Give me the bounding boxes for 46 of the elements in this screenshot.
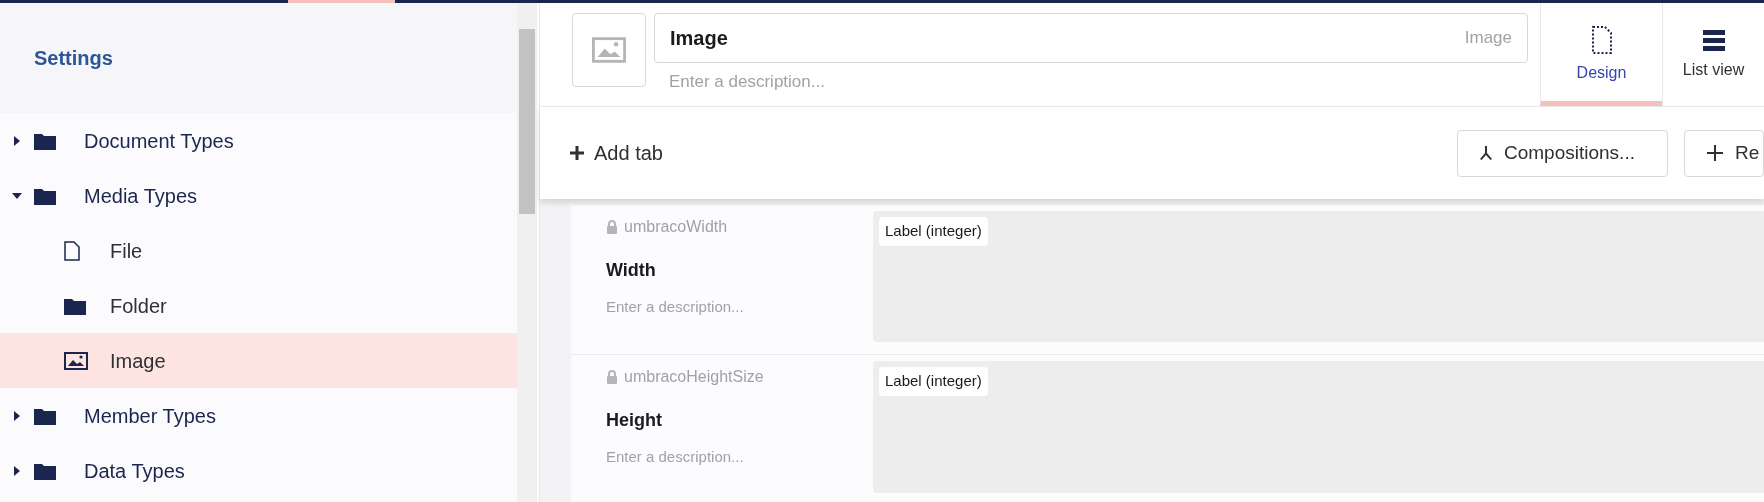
- folder-icon: [34, 406, 56, 425]
- tree-item[interactable]: Document Types: [0, 113, 517, 168]
- section-title: Settings: [34, 46, 113, 71]
- image-icon: [64, 351, 88, 370]
- file-icon: [64, 240, 80, 261]
- merge-icon: [1480, 146, 1492, 160]
- property-editor-preview[interactable]: Label (integer): [873, 361, 1764, 493]
- tree-item[interactable]: Folder: [0, 278, 517, 333]
- tree-label: Media Types: [84, 183, 198, 209]
- tree-label: Member Types: [84, 403, 216, 429]
- lock-icon: [606, 220, 618, 234]
- caret-right-icon[interactable]: [13, 135, 21, 146]
- name-field[interactable]: Image Image: [654, 13, 1528, 63]
- tree-item[interactable]: Member Types: [0, 388, 517, 443]
- plus-icon: [570, 146, 584, 160]
- tree-item[interactable]: Data Types: [0, 443, 517, 498]
- caret-right-icon[interactable]: [13, 410, 21, 421]
- property-name[interactable]: Width: [606, 257, 873, 284]
- tree-item[interactable]: Media Types: [0, 168, 517, 223]
- lock-icon: [606, 370, 618, 384]
- tree-label: Image: [110, 348, 166, 374]
- tree-item[interactable]: Image: [0, 333, 517, 388]
- caret-down-icon[interactable]: [12, 191, 22, 200]
- move-icon: [1707, 145, 1723, 161]
- property-name[interactable]: Height: [606, 407, 873, 434]
- tree-label: Data Types: [84, 458, 185, 484]
- compositions-button[interactable]: Compositions...: [1457, 129, 1668, 177]
- folder-icon: [64, 296, 86, 315]
- caret-right-icon[interactable]: [13, 465, 21, 476]
- editor-label: Label (integer): [879, 367, 988, 396]
- scrollbar[interactable]: [517, 3, 537, 502]
- folder-icon: [34, 461, 56, 480]
- editor-label: Label (integer): [879, 217, 988, 246]
- tree-label: File: [110, 238, 143, 264]
- list-icon: [1702, 27, 1725, 52]
- reorder-button[interactable]: Re: [1684, 129, 1764, 177]
- image-icon: [592, 37, 626, 63]
- folder-icon: [34, 186, 56, 205]
- tree-label: Document Types: [84, 128, 234, 154]
- document-icon: [1590, 24, 1613, 55]
- tree-label: Folder: [110, 293, 167, 319]
- view-tab[interactable]: List view: [1662, 3, 1764, 106]
- property-editor-preview[interactable]: Label (integer): [873, 211, 1764, 342]
- add-tab-button[interactable]: Add tab: [570, 138, 663, 168]
- tree-item[interactable]: File: [0, 223, 517, 278]
- folder-icon: [34, 131, 56, 150]
